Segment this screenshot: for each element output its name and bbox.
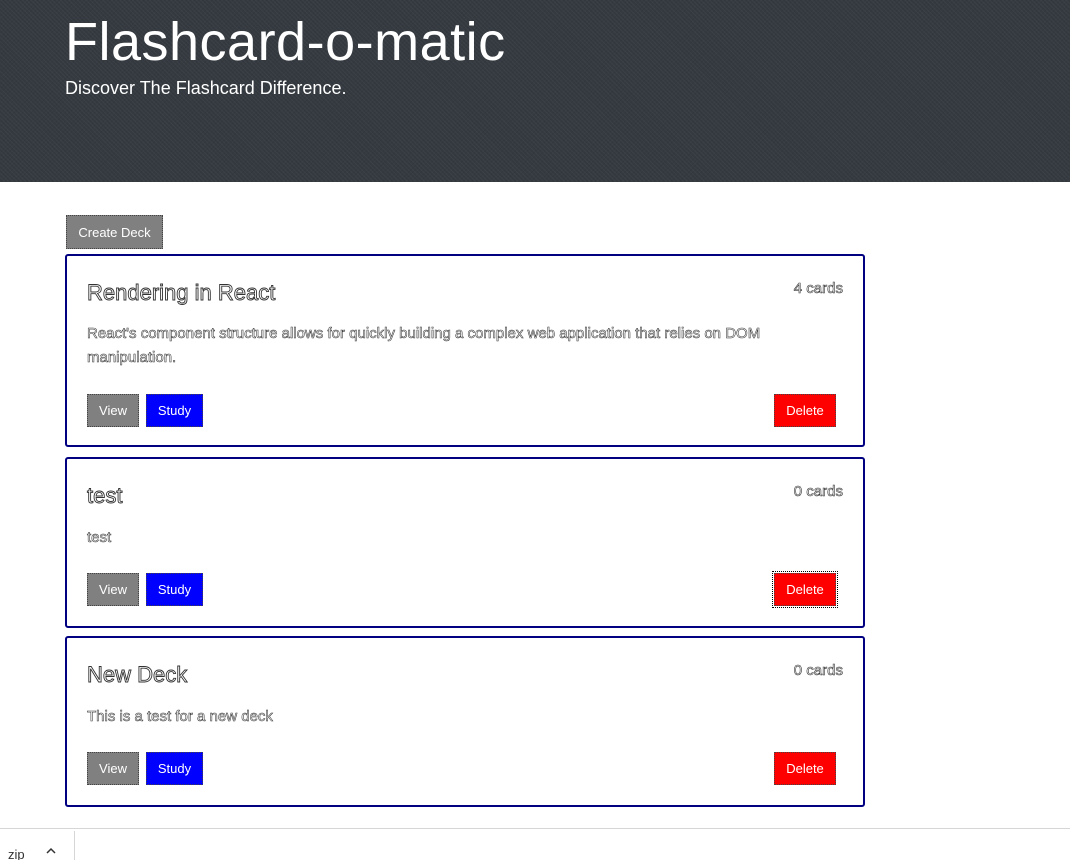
deck-card: Rendering in React 4 cards React's compo… bbox=[65, 254, 865, 447]
study-deck-button[interactable]: Study bbox=[146, 573, 203, 606]
download-bar: zip bbox=[0, 828, 1070, 860]
deck-card-count: 0 cards bbox=[793, 483, 843, 501]
deck-description: This is a test for a new deck bbox=[87, 708, 273, 726]
deck-card: New Deck 0 cards This is a test for a ne… bbox=[65, 636, 865, 807]
chevron-up-icon[interactable] bbox=[43, 845, 59, 860]
create-deck-button[interactable]: Create Deck bbox=[66, 215, 163, 249]
deck-card: test 0 cards test View Study Delete bbox=[65, 457, 865, 628]
delete-deck-button[interactable]: Delete bbox=[774, 394, 836, 427]
study-deck-button[interactable]: Study bbox=[146, 752, 203, 785]
view-deck-button[interactable]: View bbox=[87, 752, 139, 785]
deck-description: React's component structure allows for q… bbox=[87, 325, 761, 367]
deck-card-count: 4 cards bbox=[793, 280, 843, 298]
view-deck-button[interactable]: View bbox=[87, 394, 139, 427]
deck-name: test bbox=[87, 483, 123, 509]
page-header: Flashcard-o-matic Discover The Flashcard… bbox=[0, 0, 1070, 182]
page-title: Flashcard-o-matic bbox=[65, 12, 506, 72]
deck-description: test bbox=[87, 529, 112, 547]
deck-name: New Deck bbox=[87, 662, 188, 688]
deck-name: Rendering in React bbox=[87, 280, 276, 306]
view-deck-button[interactable]: View bbox=[87, 573, 139, 606]
divider bbox=[74, 831, 75, 860]
study-deck-button[interactable]: Study bbox=[146, 394, 203, 427]
delete-deck-button[interactable]: Delete bbox=[774, 752, 836, 785]
delete-deck-button[interactable]: Delete bbox=[772, 571, 838, 608]
download-file-name[interactable]: zip bbox=[8, 847, 25, 860]
page-subtitle: Discover The Flashcard Difference. bbox=[65, 78, 347, 98]
deck-card-count: 0 cards bbox=[793, 662, 843, 680]
